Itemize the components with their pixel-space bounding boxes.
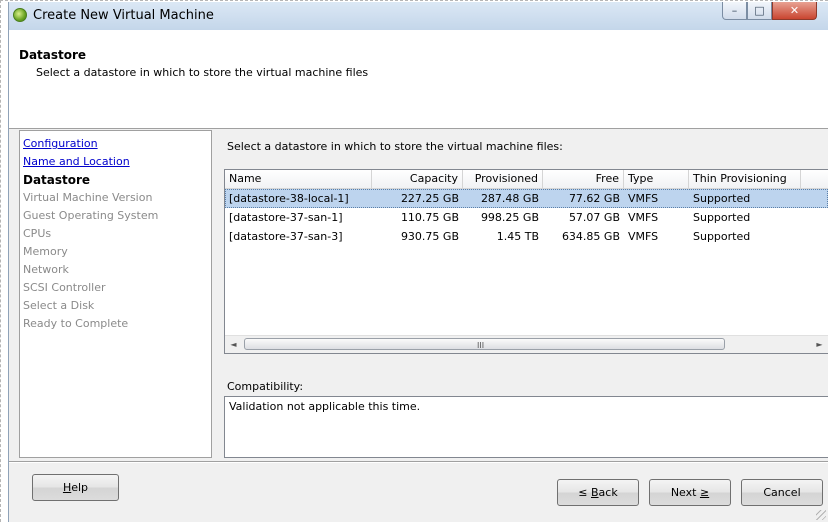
cell-thin: Supported [693,211,751,224]
help-accel: H [62,481,72,494]
desktop-dashed-edge-left [0,0,1,522]
horizontal-scrollbar[interactable]: ◄ III ► [225,335,828,353]
back-label: ack [598,486,618,499]
wizard-steps-panel: Configuration Name and Location Datastore V… [19,130,212,458]
cell-provisioned: 1.45 TB [496,230,539,243]
column-header-name[interactable]: Name [225,170,372,188]
nav-step-guest-operating-system: Guest Operating System [23,209,159,222]
cell-provisioned: 287.48 GB [480,192,539,205]
scroll-grip-icon: III [477,341,485,350]
nav-step-scsi-controller: SCSI Controller [23,281,106,294]
table-row[interactable]: [datastore-37-san-1] 110.75 GB 998.25 GB 57… [225,208,828,227]
cell-type: VMFS [628,230,659,243]
column-header-type[interactable]: Type [624,170,689,188]
compatibility-box: Validation not applicable this time. [224,396,828,458]
cell-type: VMFS [628,211,659,224]
resize-grip-icon[interactable] [816,510,826,520]
datastore-instruction: Select a datastore in which to store the… [227,140,563,153]
scroll-right-icon[interactable]: ► [811,336,828,353]
footer-divider [9,461,828,463]
cell-provisioned: 998.25 GB [480,211,539,224]
nav-step-ready-to-complete: Ready to Complete [23,317,129,330]
wizard-header: Datastore Select a datastore in which to… [9,30,828,129]
window-title: Create New Virtual Machine [33,8,214,23]
window-controls: – □ ✕ [722,2,817,22]
minimize-icon[interactable]: – [722,2,747,20]
datastore-table[interactable]: Name Capacity Provisioned Free Type Thin Prov… [224,169,828,354]
table-body: [datastore-38-local-1] 227.25 GB 287.48 GB… [225,189,828,246]
wizard-window: Create New Virtual Machine – □ ✕ Datasto… [8,2,828,522]
nav-step-memory: Memory [23,245,68,258]
back-accel: B [591,486,599,499]
cell-thin: Supported [693,230,751,243]
nav-step-configuration[interactable]: Configuration [23,135,211,153]
help-button[interactable]: Help [32,474,119,501]
help-label: elp [71,481,89,494]
cell-free: 634.85 GB [561,230,620,243]
column-header-filler [801,170,828,188]
cell-capacity: 930.75 GB [400,230,459,243]
column-header-free[interactable]: Free [543,170,624,188]
title-bar[interactable]: Create New Virtual Machine – □ ✕ [9,2,828,30]
desktop-dashed-edge-top [0,0,828,1]
next-accel: ≥ [699,486,710,499]
cell-type: VMFS [628,192,659,205]
cell-thin: Supported [693,192,751,205]
compatibility-text: Validation not applicable this time. [229,400,421,413]
table-header: Name Capacity Provisioned Free Type Thin Prov… [225,170,828,189]
back-button[interactable]: ≤ Back [557,479,639,506]
column-header-capacity[interactable]: Capacity [372,170,463,188]
nav-step-network: Network [23,263,69,276]
cell-name: [datastore-37-san-3] [229,230,343,243]
cell-free: 77.62 GB [568,192,620,205]
nav-step-name-and-location[interactable]: Name and Location [23,153,211,171]
cell-name: [datastore-38-local-1] [229,192,349,205]
column-header-thin-provisioning[interactable]: Thin Provisioning [689,170,801,188]
nav-step-cpus: CPUs [23,227,52,240]
page-title: Datastore [19,48,87,62]
next-button[interactable]: Next ≥ [649,479,731,506]
scroll-thumb[interactable]: III [244,338,725,350]
cell-capacity: 110.75 GB [400,211,459,224]
back-prefix: ≤ [578,486,591,499]
column-header-provisioned[interactable]: Provisioned [463,170,543,188]
nav-step-select-a-disk: Select a Disk [23,299,95,312]
nav-step-datastore: Datastore [23,173,91,187]
table-row[interactable]: [datastore-38-local-1] 227.25 GB 287.48 GB… [225,189,828,208]
next-label: Next [670,486,700,499]
scroll-left-icon[interactable]: ◄ [225,336,242,353]
nav-step-virtual-machine-version: Virtual Machine Version [23,191,153,204]
cancel-button[interactable]: Cancel [741,479,823,506]
table-row[interactable]: [datastore-37-san-3] 930.75 GB 1.45 TB 634.… [225,227,828,246]
page-subtitle: Select a datastore in which to store the… [36,66,369,79]
cell-free: 57.07 GB [568,211,620,224]
close-icon[interactable]: ✕ [772,2,817,20]
vsphere-app-icon [13,8,27,22]
maximize-icon[interactable]: □ [747,2,772,20]
cell-name: [datastore-37-san-1] [229,211,343,224]
compatibility-label: Compatibility: [227,380,304,393]
cell-capacity: 227.25 GB [400,192,459,205]
